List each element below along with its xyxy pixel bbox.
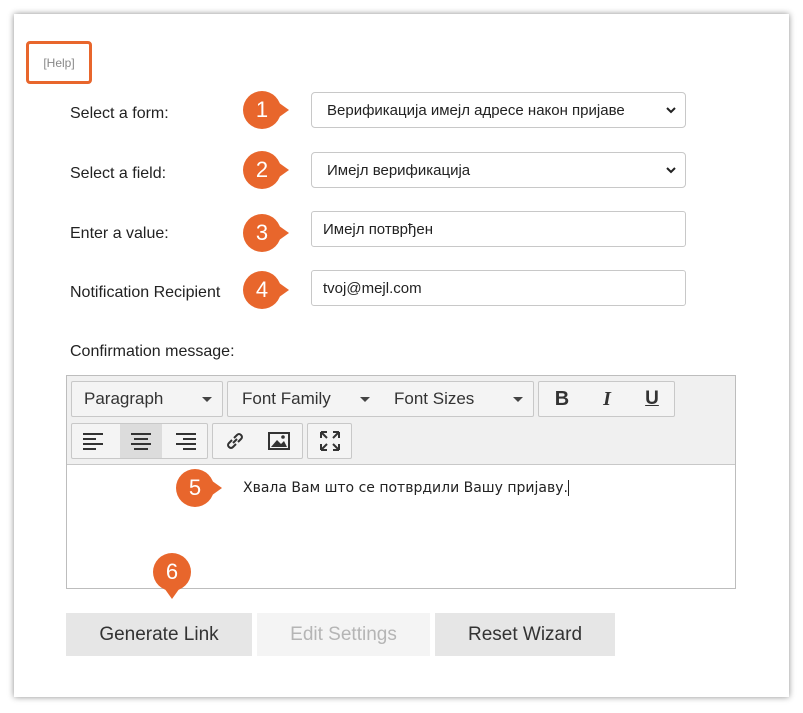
step-badge-5: 5	[176, 469, 222, 507]
font-family-label: Font Family	[242, 389, 331, 408]
insert-button-group	[212, 423, 303, 459]
insert-link-button[interactable]	[217, 424, 253, 458]
fullscreen-icon	[320, 431, 340, 451]
italic-button[interactable]: I	[589, 382, 625, 416]
generate-link-button[interactable]: Generate Link	[66, 613, 252, 656]
align-left-icon	[83, 433, 103, 450]
underline-button[interactable]: U	[634, 382, 670, 416]
confirmation-message-label: Confirmation message:	[70, 343, 235, 360]
editor-text: Хвала Вам што се потврдили Вашу пријаву.	[243, 480, 568, 496]
edit-settings-button[interactable]: Edit Settings	[257, 613, 430, 656]
align-center-button[interactable]	[120, 424, 162, 458]
text-cursor	[567, 480, 569, 496]
field-select[interactable]: Имејл верификација	[311, 152, 686, 188]
align-button-group	[71, 423, 208, 459]
align-right-icon	[176, 433, 196, 450]
editor-toolbar: Paragraph Font Family Font Sizes B I U	[67, 376, 735, 465]
font-sizes-label: Font Sizes	[394, 389, 475, 408]
font-family-dropdown[interactable]: Font Family	[228, 382, 380, 416]
step-badge-6: 6	[153, 553, 191, 599]
image-icon	[268, 432, 290, 450]
field-select-value: Имејл верификација	[327, 161, 471, 179]
align-left-button[interactable]	[75, 424, 111, 458]
align-right-button[interactable]	[168, 424, 204, 458]
editor-content[interactable]: Хвала Вам што се потврдили Вашу пријаву.	[243, 480, 569, 496]
step-badge-4: 4	[243, 271, 289, 309]
chevron-down-icon	[666, 107, 676, 114]
notification-recipient-label: Notification Recipient	[70, 284, 221, 301]
recipient-email-input[interactable]: tvoj@mejl.com	[311, 270, 686, 306]
insert-image-button[interactable]	[261, 424, 297, 458]
fullscreen-button[interactable]	[307, 423, 352, 459]
chevron-down-icon	[666, 167, 676, 174]
form-select[interactable]: Верификација имејл адресе након пријаве	[311, 92, 686, 128]
enter-value-label: Enter a value:	[70, 225, 169, 242]
paragraph-dropdown[interactable]: Paragraph	[71, 381, 223, 417]
step-badge-3: 3	[243, 214, 289, 252]
value-input[interactable]: Имејл потврђен	[311, 211, 686, 247]
step-badge-1: 1	[243, 91, 289, 129]
form-select-value: Верификација имејл адресе након пријаве	[327, 101, 625, 119]
font-sizes-dropdown[interactable]: Font Sizes	[380, 382, 533, 416]
align-center-icon	[131, 433, 151, 450]
link-icon	[227, 433, 243, 449]
format-button-group: B I U	[538, 381, 675, 417]
bold-button[interactable]: B	[544, 382, 580, 416]
font-dropdown-group: Font Family Font Sizes	[227, 381, 534, 417]
paragraph-dropdown-label: Paragraph	[84, 389, 164, 408]
reset-wizard-button[interactable]: Reset Wizard	[435, 613, 615, 656]
step-badge-2: 2	[243, 151, 289, 189]
help-link[interactable]: [Help]	[26, 41, 92, 84]
select-form-label: Select a form:	[70, 105, 169, 122]
select-field-label: Select a field:	[70, 165, 167, 182]
